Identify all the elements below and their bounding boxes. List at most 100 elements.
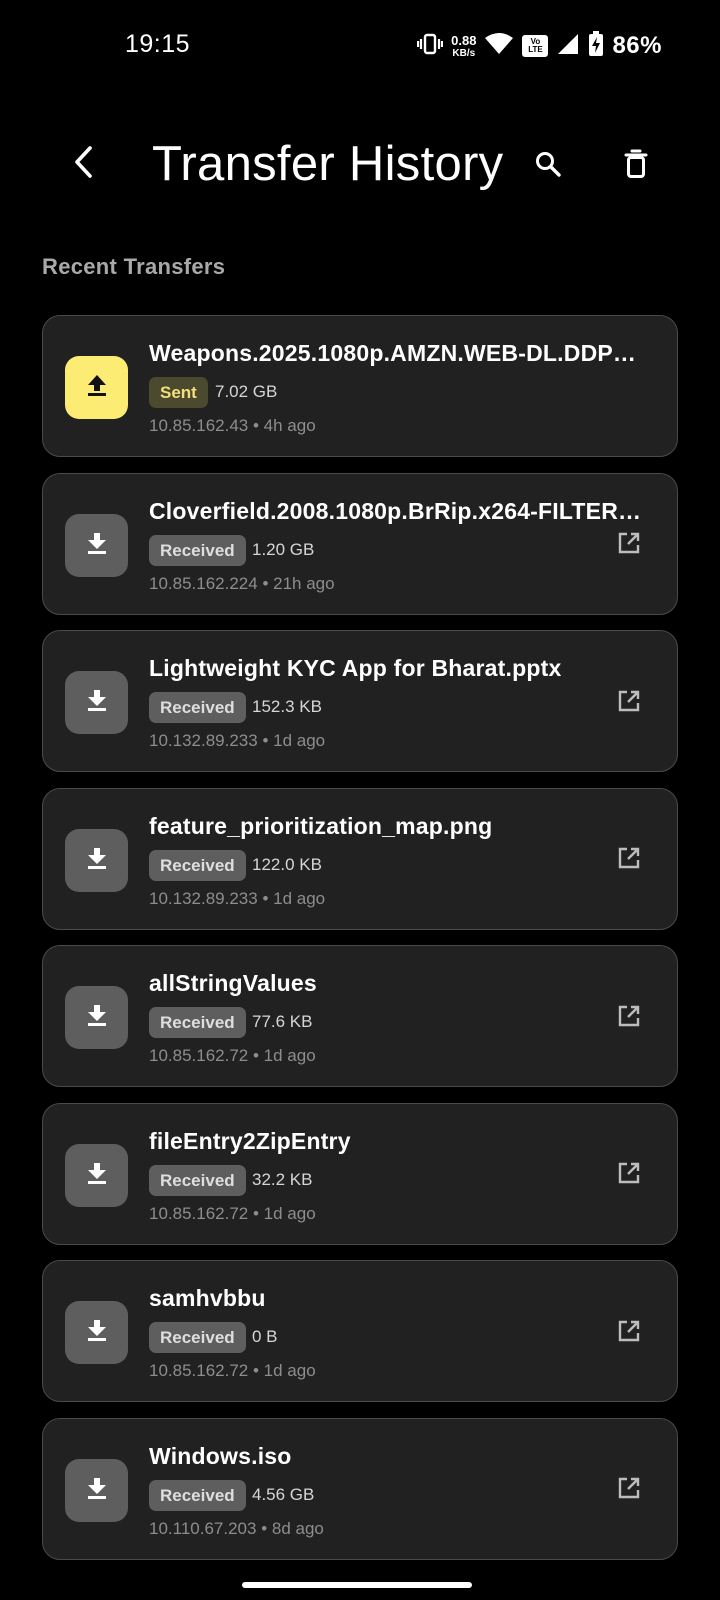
transfer-time: 1d ago: [273, 731, 326, 750]
download-icon: [86, 688, 108, 717]
peer-ip: 10.132.89.233: [149, 731, 258, 750]
peer-ip: 10.85.162.72: [149, 1203, 249, 1223]
transfer-direction-icon-box: [65, 671, 128, 734]
status-badge: Received: [149, 1164, 246, 1196]
transfer-meta: 10.85.162.72 • 1d ago: [149, 1361, 316, 1380]
transfer-item[interactable]: feature_prioritization_map.png Received …: [42, 787, 678, 930]
file-name: samhvbbu: [149, 1285, 266, 1311]
file-name: Lightweight KYC App for Bharat.pptx: [149, 655, 562, 681]
transfer-direction-icon-box: [65, 513, 128, 577]
transfer-item[interactable]: Weapons.2025.1080p.AMZN.WEB-DL.DDP5.1.H.…: [42, 315, 678, 457]
open-external-icon: [617, 1004, 641, 1033]
signal-icon: [556, 32, 580, 61]
open-file-button[interactable]: [613, 1475, 645, 1507]
transfer-item[interactable]: Cloverfield.2008.1080p.BrRip.x264-FILTER…: [42, 472, 678, 615]
download-icon: [86, 1318, 108, 1347]
upload-icon: [86, 373, 108, 402]
net-speed: 0.88 KB/s: [451, 34, 476, 59]
status-badge: Received: [149, 534, 246, 566]
open-file-button[interactable]: [613, 1002, 645, 1034]
download-icon: [86, 1476, 108, 1505]
peer-ip: 10.85.162.43: [149, 416, 249, 435]
file-name: feature_prioritization_map.png: [149, 812, 493, 839]
transfer-meta: 10.110.67.203 • 8d ago: [149, 1518, 324, 1538]
transfer-meta: 10.85.162.224 • 21h ago: [149, 573, 335, 593]
transfer-item[interactable]: fileEntry2ZipEntry Received 32.2 KB 10.8…: [42, 1102, 678, 1245]
open-external-icon: [617, 846, 641, 875]
transfer-meta: 10.85.162.72 • 1d ago: [149, 1203, 316, 1223]
open-file-button[interactable]: [613, 1160, 645, 1192]
transfer-direction-icon-box: [65, 1301, 128, 1364]
arrow-back-icon: [70, 145, 98, 184]
open-external-icon: [617, 531, 641, 560]
transfer-item[interactable]: Lightweight KYC App for Bharat.pptx Rece…: [42, 630, 678, 772]
transfer-direction-icon-box: [65, 828, 128, 892]
peer-ip: 10.110.67.203: [149, 1518, 257, 1538]
open-file-button[interactable]: [613, 1317, 645, 1349]
transfer-direction-icon-box: [65, 986, 128, 1049]
back-button[interactable]: [60, 140, 108, 188]
gesture-home-indicator[interactable]: [242, 1582, 472, 1588]
file-name: Weapons.2025.1080p.AMZN.WEB-DL.DDP5.1.H.…: [149, 340, 647, 366]
transfer-time: 1d ago: [263, 1203, 316, 1223]
download-icon: [86, 1003, 108, 1032]
file-size: 32.2 KB: [252, 1169, 313, 1189]
download-icon: [86, 531, 108, 560]
status-badge: Received: [149, 1007, 246, 1038]
battery-percent: 86%: [612, 32, 662, 59]
status-badge: Received: [149, 1479, 246, 1511]
status-time: 19:15: [125, 30, 191, 58]
file-size: 122.0 KB: [252, 854, 322, 874]
open-external-icon: [617, 1476, 641, 1505]
file-size: 1.20 GB: [252, 539, 315, 559]
file-size: 0 B: [252, 1327, 278, 1346]
battery-charging-icon: [588, 30, 604, 62]
file-size: 77.6 KB: [252, 1012, 313, 1031]
download-icon: [86, 1161, 108, 1190]
transfer-time: 8d ago: [271, 1518, 324, 1538]
file-name: fileEntry2ZipEntry: [149, 1127, 351, 1154]
download-icon: [86, 846, 108, 875]
file-name: Cloverfield.2008.1080p.BrRip.x264-FILTER…: [149, 497, 647, 524]
status-badge: Received: [149, 849, 246, 881]
open-file-button[interactable]: [613, 845, 645, 877]
transfer-item[interactable]: allStringValues Received 77.6 KB 10.85.1…: [42, 945, 678, 1087]
open-file-button[interactable]: [613, 530, 645, 562]
page-title: Transfer History: [152, 137, 504, 191]
open-file-button[interactable]: [613, 687, 645, 719]
transfer-meta: 10.132.89.233 • 1d ago: [149, 888, 326, 908]
volte-icon: Vo LTE: [522, 35, 549, 57]
file-size: 7.02 GB: [215, 382, 278, 401]
peer-ip: 10.132.89.233: [149, 888, 258, 908]
status-badge: Sent: [149, 377, 208, 408]
peer-ip: 10.85.162.72: [149, 1046, 249, 1065]
status-bar: 19:15 0.88 KB/s Vo LTE 86%: [0, 0, 720, 92]
volte-bottom-label: LTE: [528, 45, 543, 54]
open-external-icon: [617, 1319, 641, 1348]
status-badge: Received: [149, 692, 246, 723]
net-speed-value: 0.88: [451, 32, 477, 48]
transfer-time: 4h ago: [263, 416, 316, 435]
search-icon: [534, 150, 562, 183]
transfer-item[interactable]: samhvbbu Received 0 B 10.85.162.72 • 1d …: [42, 1260, 678, 1402]
transfer-list: Weapons.2025.1080p.AMZN.WEB-DL.DDP5.1.H.…: [42, 315, 678, 1575]
file-size: 152.3 KB: [252, 697, 322, 716]
peer-ip: 10.85.162.224: [149, 573, 258, 593]
file-size: 4.56 GB: [252, 1484, 315, 1504]
open-external-icon: [617, 1161, 641, 1190]
status-badge: Received: [149, 1322, 246, 1353]
file-name: allStringValues: [149, 970, 317, 996]
transfer-direction-icon-box: [65, 356, 128, 419]
vibrate-icon: [417, 32, 444, 61]
transfer-item[interactable]: Windows.iso Received 4.56 GB 10.110.67.2…: [42, 1417, 678, 1560]
transfer-direction-icon-box: [65, 1458, 128, 1522]
transfer-time: 1d ago: [263, 1046, 316, 1065]
delete-history-button[interactable]: [614, 144, 658, 188]
transfer-direction-icon-box: [65, 1143, 128, 1207]
transfer-time: 1d ago: [273, 888, 326, 908]
transfer-meta: 10.85.162.72 • 1d ago: [149, 1046, 316, 1065]
transfer-meta: 10.85.162.43 • 4h ago: [149, 416, 316, 435]
wifi-icon: [484, 32, 514, 61]
net-speed-unit: KB/s: [452, 47, 476, 59]
search-button[interactable]: [526, 144, 570, 188]
